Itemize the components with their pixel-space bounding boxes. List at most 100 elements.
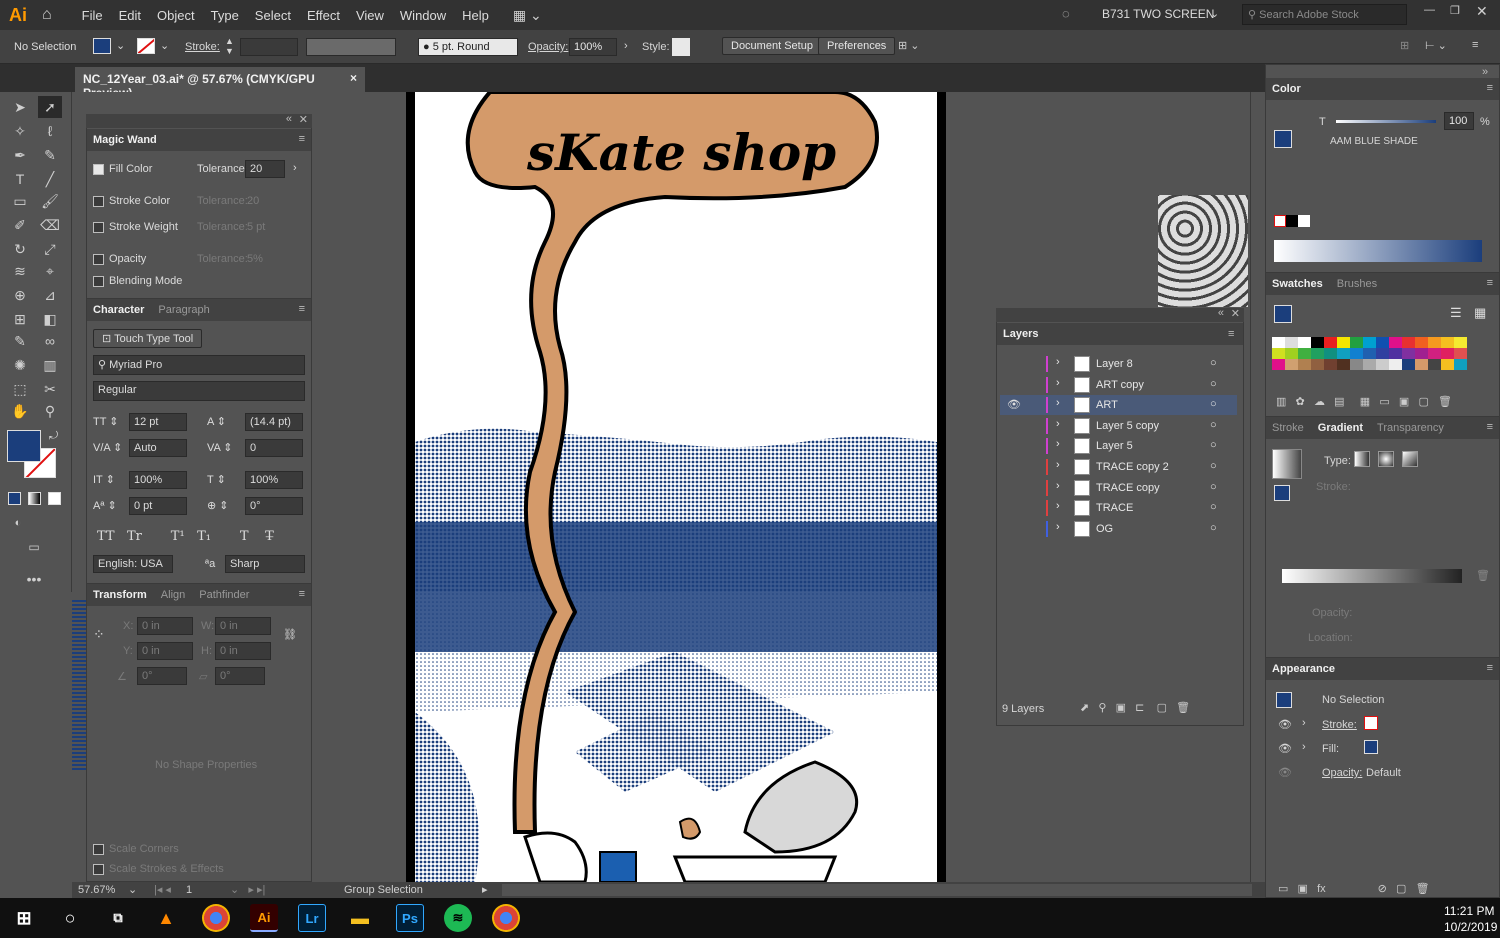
search-icon[interactable]: ○ <box>56 904 84 932</box>
list-view-icon[interactable]: ☰ <box>1450 305 1462 321</box>
symbol-sprayer-tool-icon[interactable]: ✺ <box>8 354 32 376</box>
appearance-title[interactable]: Appearance <box>1272 663 1335 675</box>
target-circle-icon[interactable]: ○ <box>1210 419 1217 431</box>
target-circle-icon[interactable]: ○ <box>1210 439 1217 451</box>
chevron-right-icon[interactable]: › <box>1056 356 1060 368</box>
task-view-icon[interactable]: ⧉ <box>104 904 132 932</box>
line-tool-icon[interactable]: ╱ <box>38 168 62 190</box>
layer-name[interactable]: ART <box>1096 399 1118 411</box>
style-swatch[interactable] <box>672 38 690 56</box>
chevron-down-icon[interactable]: ⌄ <box>160 39 169 52</box>
stroke-attr-swatch[interactable] <box>1364 716 1378 730</box>
panel-menu-icon[interactable]: ≡ <box>299 588 305 600</box>
linear-gradient-icon[interactable] <box>1354 451 1370 467</box>
fill-color-checkbox[interactable] <box>93 163 104 175</box>
collapse-icon[interactable]: « <box>286 113 292 125</box>
chevron-right-icon[interactable]: ▸ <box>482 883 488 896</box>
layer-row[interactable]: › TRACE ○ <box>1000 498 1237 518</box>
gradient-slider[interactable] <box>1282 569 1462 583</box>
y-field[interactable]: 0 in <box>137 642 193 660</box>
menu-window[interactable]: Window <box>392 8 454 23</box>
stroke-attr-label[interactable]: Stroke: <box>1322 719 1357 731</box>
rotation-field[interactable]: 0° <box>245 497 303 515</box>
color-title[interactable]: Color <box>1272 83 1301 95</box>
chrome-icon[interactable] <box>202 904 230 932</box>
magic-wand-title[interactable]: Magic Wand <box>93 134 157 146</box>
chrome-icon[interactable] <box>492 904 520 932</box>
align-icon[interactable]: ⊞ <box>1400 39 1409 52</box>
shaper-tool-icon[interactable]: ✐ <box>8 214 32 236</box>
stock-search[interactable]: ⚲ Search Adobe Stock <box>1242 4 1407 25</box>
vertical-scrollbar[interactable] <box>1250 92 1264 882</box>
maximize-button[interactable]: ❐ <box>1450 4 1460 17</box>
chevron-right-icon[interactable]: › <box>293 162 297 174</box>
more-tools-icon[interactable]: ••• <box>22 568 46 590</box>
tab-swatches[interactable]: Swatches <box>1272 278 1323 290</box>
fill-tolerance-field[interactable]: 20 <box>245 160 285 178</box>
layer-name[interactable]: ART copy <box>1096 379 1144 391</box>
home-icon[interactable]: ⌂ <box>42 6 52 24</box>
vlc-icon[interactable]: ▲ <box>152 904 180 932</box>
minimize-button[interactable]: — <box>1424 4 1435 16</box>
trash-icon[interactable]: 🗑 <box>1476 569 1490 582</box>
tab-transparency[interactable]: Transparency <box>1377 422 1444 434</box>
link-icon[interactable]: ⛓ <box>283 628 297 641</box>
target-circle-icon[interactable]: ○ <box>1210 460 1217 472</box>
document-setup-button[interactable]: Document Setup <box>722 37 822 55</box>
eye-icon[interactable]: 👁 <box>1278 742 1292 755</box>
paintbrush-tool-icon[interactable]: 🖌 <box>38 190 62 212</box>
file-explorer-icon[interactable]: ▬ <box>346 904 374 932</box>
slice-tool-icon[interactable]: ✂ <box>38 378 62 400</box>
menu-object[interactable]: Object <box>149 8 203 23</box>
baseline-field[interactable]: 0 pt <box>129 497 187 515</box>
panel-menu-icon[interactable]: ≡ <box>299 133 305 145</box>
radial-gradient-icon[interactable] <box>1378 451 1394 467</box>
font-size-field[interactable]: 12 pt <box>129 413 187 431</box>
fill-color-box[interactable] <box>7 430 41 462</box>
kerning-field[interactable]: Auto <box>129 439 187 457</box>
panel-collapse-bar[interactable]: ✕ « <box>86 113 312 128</box>
scale-strokes-checkbox[interactable] <box>93 863 104 875</box>
opacity-label[interactable]: Opacity: <box>528 41 568 53</box>
layer-actions-icons[interactable]: ⬈ ⚲ ▣ ⊏ ▢ 🗑 <box>1080 701 1190 714</box>
stroke-label[interactable]: Stroke: <box>185 41 220 53</box>
menu-file[interactable]: File <box>74 8 111 23</box>
windows-start-icon[interactable]: ⊞ <box>10 904 38 932</box>
gradient-mode-icon[interactable] <box>28 492 41 505</box>
blend-tool-icon[interactable]: ∞ <box>38 330 62 352</box>
tab-stroke[interactable]: Stroke <box>1272 422 1304 434</box>
magic-wand-tool-icon[interactable]: ✧ <box>8 120 32 142</box>
target-circle-icon[interactable]: ○ <box>1210 398 1217 410</box>
close-tab-icon[interactable]: × <box>350 71 357 85</box>
swap-icon[interactable]: ⤾ <box>49 430 58 443</box>
chevron-down-icon[interactable]: ⌄ <box>116 39 125 52</box>
lightbulb-icon[interactable]: ◌ <box>1062 6 1070 21</box>
tab-character[interactable]: Character <box>93 304 144 316</box>
layer-name[interactable]: Layer 8 <box>1096 358 1133 370</box>
chevron-right-icon[interactable]: › <box>624 40 628 52</box>
chevron-right-icon[interactable]: › <box>1056 459 1060 471</box>
free-transform-tool-icon[interactable]: ⌖ <box>38 260 62 282</box>
tint-slider[interactable] <box>1336 120 1436 123</box>
appearance-actions-icons[interactable]: ▭ ▣ fx ⊘ ▢ 🗑 <box>1278 882 1430 895</box>
layers-collapse-bar[interactable]: «✕ <box>996 307 1244 322</box>
chevron-right-icon[interactable]: › <box>1302 741 1306 753</box>
layer-name[interactable]: OG <box>1096 523 1113 535</box>
layer-row[interactable]: › Layer 8 ○ <box>1000 354 1237 374</box>
brush-definition[interactable]: ● 5 pt. Round <box>418 38 518 56</box>
warp-tool-icon[interactable]: ≋ <box>8 260 32 282</box>
close-window-button[interactable]: ✕ <box>1476 3 1488 20</box>
artboard[interactable]: sKate shop <box>415 92 937 882</box>
target-circle-icon[interactable]: ○ <box>1210 378 1217 390</box>
arrange-icon[interactable]: ⊞ ⌄ <box>898 39 920 52</box>
preferences-button[interactable]: Preferences <box>818 37 896 55</box>
artboard-number[interactable]: 1 <box>186 884 192 896</box>
eye-icon[interactable]: 👁 <box>1278 766 1292 779</box>
clock-date[interactable]: 10/2/2019 <box>1444 920 1497 934</box>
rectangle-tool-icon[interactable]: ▭ <box>8 190 32 212</box>
chevron-right-icon[interactable]: › <box>1056 438 1060 450</box>
grid-view-icon[interactable]: ▦ <box>1474 305 1486 321</box>
lightroom-icon[interactable]: Lr <box>298 904 326 932</box>
h-field[interactable]: 0 in <box>215 642 271 660</box>
swatch-library-icon[interactable]: ▥ ✿ ☁ ▤ ▦ ▭ ▣ ▢ 🗑 <box>1276 395 1452 408</box>
